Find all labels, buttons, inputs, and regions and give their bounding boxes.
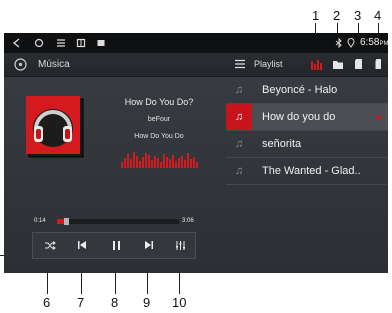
playlist-item[interactable]: ♫ señorita xyxy=(226,131,388,158)
playlist-item[interactable]: ♫ Beyoncé - Halo xyxy=(226,77,388,104)
callout-4: 4 xyxy=(374,8,382,23)
eq-settings-button[interactable] xyxy=(170,235,190,255)
spectrum-bar xyxy=(124,158,126,168)
screenshot-icon[interactable] xyxy=(94,37,108,49)
spectrum-bar xyxy=(121,162,123,168)
time-ampm: PM xyxy=(379,41,388,47)
track-artist: beFour xyxy=(147,116,171,123)
playlist-item-label: Beyoncé - Halo xyxy=(262,84,338,96)
equalizer-icon[interactable] xyxy=(310,58,324,71)
music-disc-icon[interactable] xyxy=(14,58,27,71)
playlist-item[interactable]: ♫ The Wanted - Glad.. xyxy=(226,158,388,185)
spectrum-bar xyxy=(172,155,174,168)
spectrum-bar xyxy=(196,162,198,168)
progress-bar[interactable] xyxy=(57,218,179,225)
app-title: Música xyxy=(38,59,70,70)
status-time: 6:58PM xyxy=(360,37,388,48)
playlist-item-label: How do you do xyxy=(262,111,336,123)
playlist-item[interactable]: ♫ How do you do ▶ xyxy=(226,104,388,131)
device-screen: 6:58PM Música Playlist How Do You Do? be… xyxy=(4,33,388,273)
back-icon[interactable] xyxy=(10,37,24,49)
music-note-icon: ♫ xyxy=(234,138,244,150)
music-note-icon: ♫ xyxy=(234,165,244,177)
spectrum-bar xyxy=(151,160,153,168)
callout-7: 7 xyxy=(77,295,85,310)
music-note-icon: ♫ xyxy=(226,104,252,130)
spectrum-bar xyxy=(127,154,129,168)
spectrum-bar xyxy=(148,155,150,168)
app-header: Música Playlist xyxy=(4,53,388,77)
time-value: 6:58 xyxy=(360,37,380,48)
spectrum-bar xyxy=(175,161,177,168)
callout-6: 6 xyxy=(43,295,51,310)
pause-icon xyxy=(112,240,120,250)
album-art xyxy=(26,96,86,160)
callout-10: 10 xyxy=(172,295,187,310)
list-menu-icon[interactable] xyxy=(234,58,246,70)
spectrum-bar xyxy=(178,158,180,168)
menu-icon[interactable] xyxy=(54,37,68,49)
spectrum-bar xyxy=(163,154,165,168)
track-title: How Do You Do? xyxy=(124,97,194,107)
pause-button[interactable] xyxy=(106,235,126,255)
callout-9: 9 xyxy=(143,295,151,310)
spectrum-bar xyxy=(145,153,147,168)
music-note-icon: ♫ xyxy=(234,84,244,96)
previous-button[interactable] xyxy=(72,235,92,255)
usb-icon[interactable] xyxy=(374,58,383,70)
previous-icon xyxy=(78,241,86,249)
spectrum-bar xyxy=(157,158,159,168)
spectrum-bar xyxy=(142,157,144,168)
callout-2: 2 xyxy=(333,8,341,23)
track-album: How Do You Do xyxy=(134,133,184,140)
bluetooth-icon xyxy=(334,37,344,49)
shuffle-icon xyxy=(44,240,56,250)
spectrum-bar xyxy=(133,152,135,168)
playlist-label: Playlist xyxy=(254,59,283,69)
next-icon xyxy=(145,241,153,249)
spectrum-bar xyxy=(187,153,189,168)
playlist-panel: ♫ Beyoncé - Halo ♫ How do you do ▶ ♫ señ… xyxy=(226,77,388,273)
spectrum-bar xyxy=(139,161,141,168)
spectrum-bar xyxy=(181,156,183,168)
callout-1: 1 xyxy=(312,8,320,23)
spectrum-visualizer xyxy=(121,150,201,168)
spectrum-bar xyxy=(190,159,192,168)
spectrum-bar xyxy=(193,157,195,168)
spectrum-bar xyxy=(154,156,156,168)
callout-8: 8 xyxy=(111,295,119,310)
spectrum-bar xyxy=(169,159,171,168)
progress-handle[interactable] xyxy=(63,218,69,225)
elapsed-time: 0:14 xyxy=(34,218,46,224)
spectrum-bar xyxy=(166,157,168,168)
sd-card-icon[interactable] xyxy=(354,58,363,70)
home-icon[interactable] xyxy=(32,37,46,49)
callout-3: 3 xyxy=(354,8,362,23)
playlist-item-label: The Wanted - Glad.. xyxy=(262,165,361,177)
recent-apps-icon[interactable] xyxy=(74,37,88,49)
shuffle-button[interactable] xyxy=(40,235,60,255)
status-bar: 6:58PM xyxy=(4,33,388,53)
next-button[interactable] xyxy=(139,235,159,255)
spectrum-bar xyxy=(136,156,138,168)
total-duration: 3:06 xyxy=(182,218,194,224)
spectrum-bar xyxy=(130,159,132,168)
spectrum-bar xyxy=(184,160,186,168)
folder-icon[interactable] xyxy=(332,59,344,70)
equalizer-sliders-icon xyxy=(175,240,185,250)
playlist-item-label: señorita xyxy=(262,138,302,150)
spectrum-bar xyxy=(160,162,162,168)
now-playing-indicator-icon: ▶ xyxy=(376,114,382,121)
location-icon xyxy=(346,37,356,49)
